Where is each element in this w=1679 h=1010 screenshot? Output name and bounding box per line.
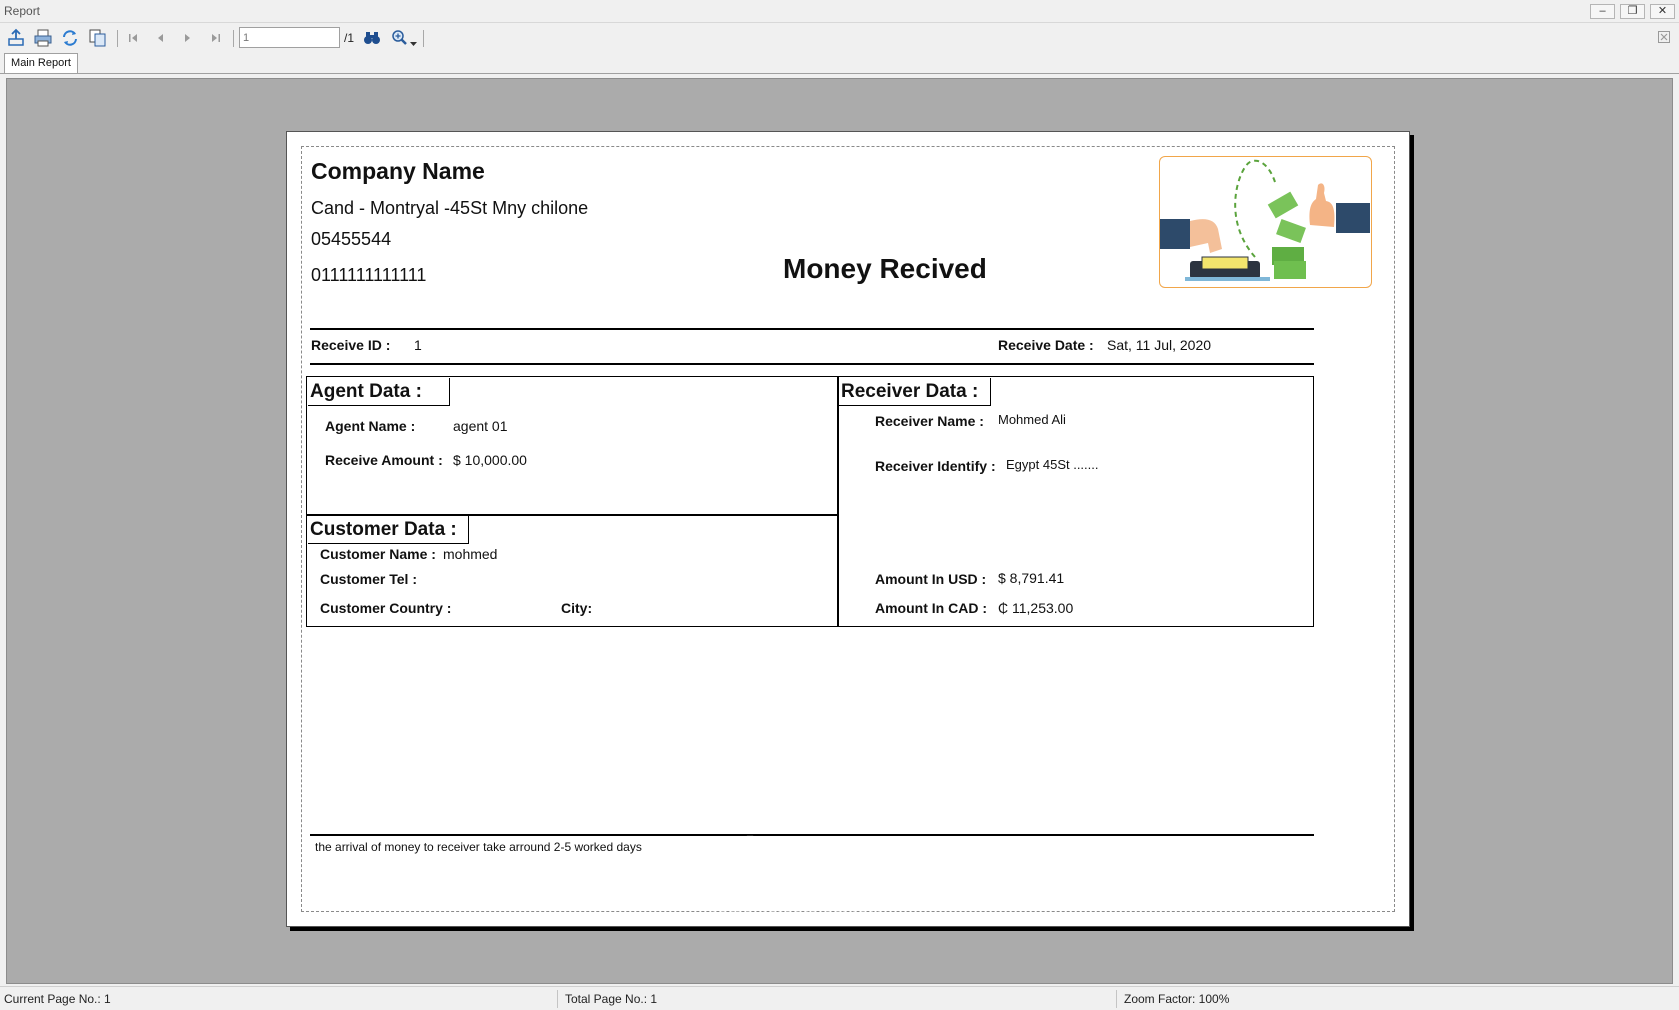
toolbar-separator	[117, 30, 118, 47]
page-total-label: /1	[344, 31, 355, 45]
receive-id-label: Receive ID :	[311, 337, 391, 353]
status-separator	[557, 990, 558, 1008]
status-bar: Current Page No.: 1 Total Page No.: 1 Zo…	[0, 986, 1679, 1010]
header-divider	[310, 328, 1314, 330]
next-page-icon[interactable]	[177, 27, 199, 49]
minimize-button[interactable]: –	[1590, 4, 1615, 19]
window-title: Report	[4, 4, 41, 18]
agent-name-label: Agent Name :	[325, 418, 416, 434]
customer-country-label: Customer Country :	[320, 600, 452, 616]
total-page-status: Total Page No.: 1	[565, 992, 658, 1006]
report-viewer[interactable]: Company Name Cand - Montryal -45St Mny c…	[6, 78, 1673, 984]
receiver-name-value: Mohmed Ali	[998, 412, 1066, 427]
toolbar: /1	[0, 24, 1679, 52]
city-label: City:	[561, 600, 593, 616]
watermark-arabic: مستقل	[719, 830, 875, 888]
customer-name-label: Customer Name :	[320, 546, 436, 562]
toolbar-separator	[423, 30, 424, 47]
receive-id-value: 1	[414, 337, 422, 353]
restore-button[interactable]: ❐	[1620, 4, 1645, 19]
receiver-name-label: Receiver Name :	[875, 413, 984, 429]
zoom-factor-status: Zoom Factor: 100%	[1124, 992, 1230, 1006]
copy-icon[interactable]	[87, 27, 109, 49]
customer-name-value: mohmed	[443, 546, 498, 562]
customer-section-title: Customer Data :	[310, 519, 457, 540]
receiver-section-title: Receiver Data :	[841, 381, 979, 402]
receiver-identify-value: Egypt 45St .......	[1006, 457, 1099, 472]
agent-section-title: Agent Data :	[310, 381, 422, 402]
receive-date-label: Receive Date :	[998, 337, 1094, 353]
close-report-icon[interactable]	[1658, 30, 1670, 48]
data-grid-vertical-divider	[837, 376, 839, 627]
zoom-dropdown-arrow-icon[interactable]	[410, 34, 417, 52]
zoom-icon[interactable]	[389, 27, 411, 49]
title-bar: Report – ❐ ✕	[0, 0, 1679, 23]
report-page: Company Name Cand - Montryal -45St Mny c…	[286, 131, 1410, 927]
footer-note: the arrival of money to receiver take ar…	[315, 840, 642, 854]
report-title: Money Recived	[783, 253, 987, 284]
customer-tel-label: Customer Tel :	[320, 571, 417, 587]
company-phone-2: 0111111111111	[311, 265, 427, 285]
export-icon[interactable]	[5, 27, 27, 49]
amount-cad-label: Amount In CAD :	[875, 600, 987, 616]
tab-main-report[interactable]: Main Report	[4, 53, 78, 73]
print-icon[interactable]	[32, 27, 54, 49]
company-name: Company Name	[311, 158, 485, 184]
amount-cad-value: ₵ 11,253.00	[998, 600, 1074, 616]
agent-name-value: agent 01	[453, 418, 508, 434]
toolbar-separator	[233, 30, 234, 47]
receive-amount-value: $ 10,000.00	[453, 452, 527, 468]
close-button[interactable]: ✕	[1650, 4, 1675, 19]
prev-page-icon[interactable]	[149, 27, 171, 49]
watermark-latin: mostaql.com	[710, 891, 884, 922]
receive-date-value: Sat, 11 Jul, 2020	[1107, 337, 1212, 353]
last-page-icon[interactable]	[205, 27, 227, 49]
receive-amount-label: Receive Amount :	[325, 452, 443, 468]
current-page-status: Current Page No.: 1	[4, 992, 111, 1006]
amount-usd-value: $ 8,791.41	[998, 570, 1065, 586]
page-number-input[interactable]	[239, 27, 340, 48]
data-grid-frame	[306, 376, 1314, 627]
first-page-icon[interactable]	[122, 27, 144, 49]
find-icon[interactable]	[361, 27, 383, 49]
receiver-identify-label: Receiver Identify :	[875, 458, 996, 474]
tab-strip-divider	[0, 73, 1679, 74]
company-phone-1: 05455544	[311, 229, 392, 249]
company-address: Cand - Montryal -45St Mny chilone	[311, 198, 589, 218]
money-transfer-image	[1159, 156, 1372, 288]
status-separator	[1116, 990, 1117, 1008]
amount-usd-label: Amount In USD :	[875, 571, 987, 587]
refresh-icon[interactable]	[59, 27, 81, 49]
id-row-divider	[310, 363, 1314, 365]
